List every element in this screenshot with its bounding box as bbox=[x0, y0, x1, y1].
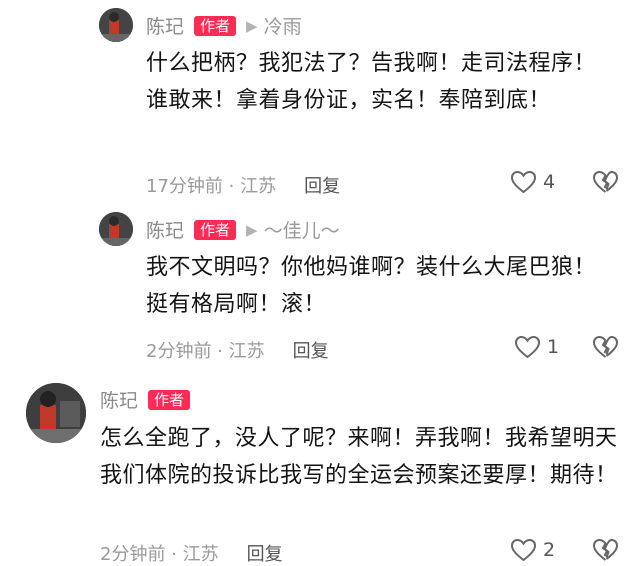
heart-outline-icon[interactable] bbox=[510, 170, 537, 194]
author-name[interactable]: 陈玘 bbox=[100, 386, 138, 413]
heart-outline-icon[interactable] bbox=[514, 335, 541, 359]
reply-to-name[interactable]: ～佳儿～ bbox=[264, 216, 340, 243]
avatar[interactable] bbox=[99, 212, 133, 246]
like-count: 1 bbox=[547, 336, 560, 358]
avatar[interactable] bbox=[99, 8, 133, 42]
comment-text: 什么把柄？我犯法了？告我啊！走司法程序！谁敢来！拿着身份证，实名！奉陪到底！ bbox=[146, 51, 597, 113]
author-badge: 作者 bbox=[194, 219, 237, 240]
heart-outline-icon[interactable] bbox=[510, 538, 537, 562]
comment-time-location: 2分钟前 · 江苏 bbox=[100, 544, 219, 565]
reply-button[interactable]: 回复 bbox=[247, 540, 283, 566]
comment-time-location: 2分钟前 · 江苏 bbox=[146, 341, 265, 362]
comment-time-location: 17分钟前 · 江苏 bbox=[146, 176, 277, 197]
author-name[interactable]: 陈玘 bbox=[146, 12, 184, 39]
play-triangle-icon: ▶ bbox=[246, 220, 258, 239]
reply-button[interactable]: 回复 bbox=[304, 172, 340, 198]
reply-to-name[interactable]: 冷雨 bbox=[264, 12, 302, 39]
broken-heart-icon[interactable] bbox=[592, 335, 619, 359]
author-badge: 作者 bbox=[194, 15, 237, 36]
reply-button[interactable]: 回复 bbox=[293, 337, 329, 363]
like-count: 4 bbox=[543, 171, 556, 193]
comment-text: 怎么全跑了，没人了呢？来啊！弄我啊！我希望明天我们体院的投诉比我写的全运会预案还… bbox=[100, 426, 618, 488]
avatar[interactable] bbox=[26, 383, 86, 443]
author-badge: 作者 bbox=[148, 389, 191, 410]
broken-heart-icon[interactable] bbox=[592, 170, 619, 194]
comment-text: 我不文明吗？你他妈谁啊？装什么大尾巴狼！挺有格局啊！滚！ bbox=[146, 255, 597, 317]
author-name[interactable]: 陈玘 bbox=[146, 216, 184, 243]
like-count: 2 bbox=[543, 539, 556, 561]
play-triangle-icon: ▶ bbox=[246, 16, 258, 35]
broken-heart-icon[interactable] bbox=[592, 538, 619, 562]
